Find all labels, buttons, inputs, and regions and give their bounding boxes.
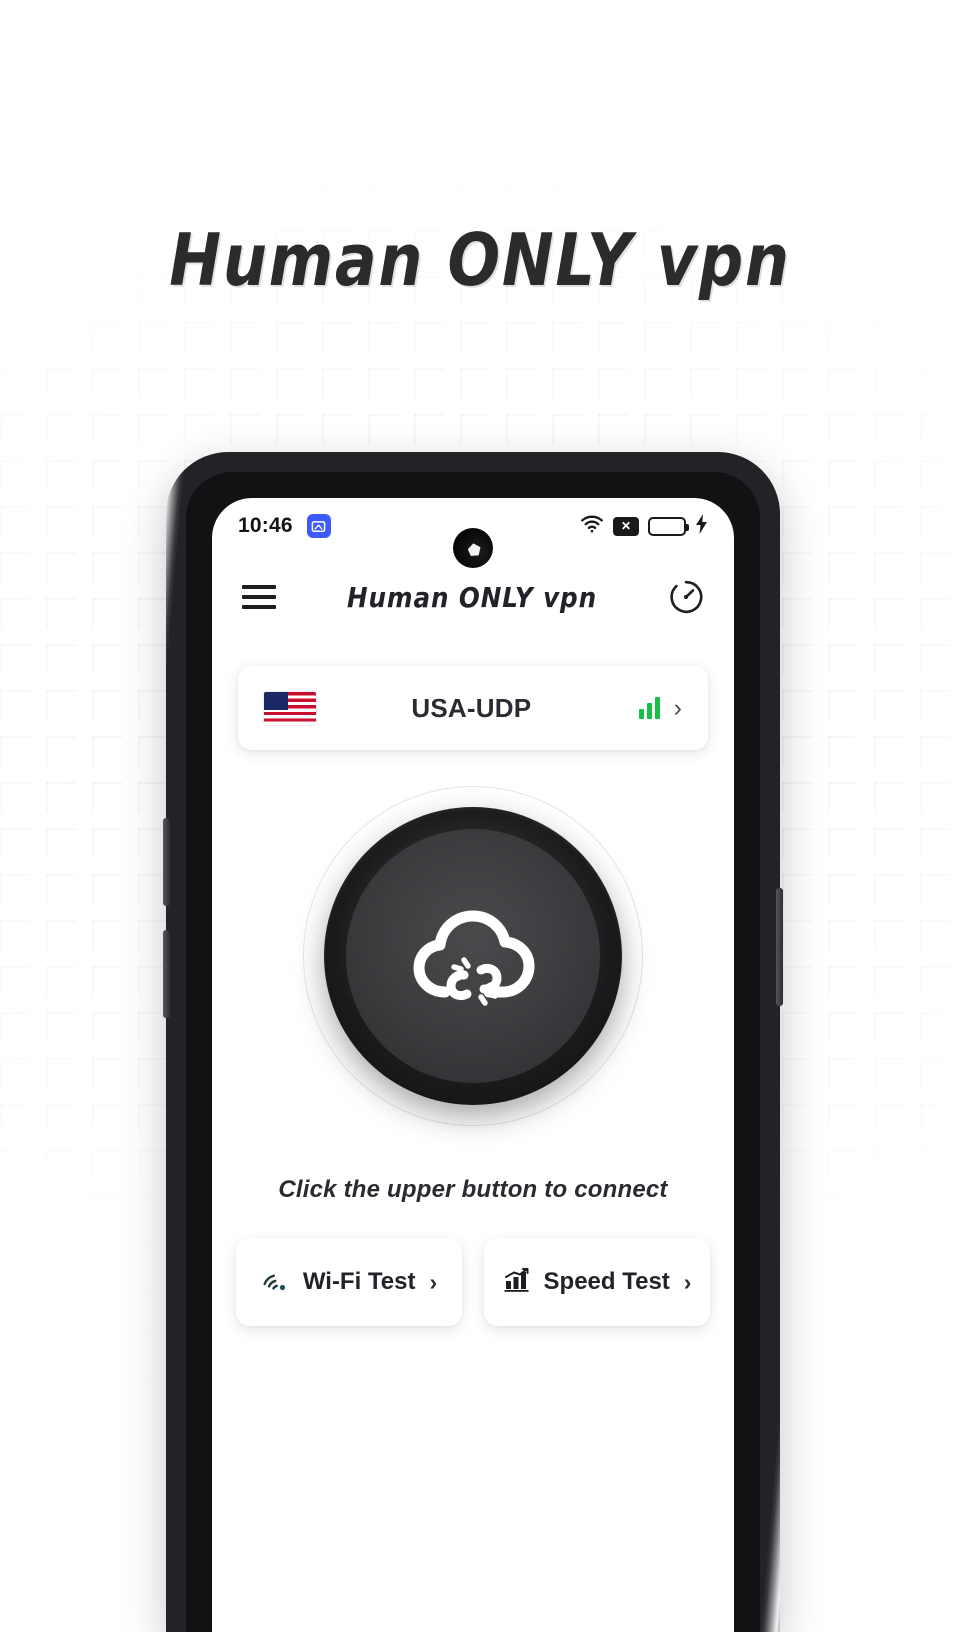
speed-chart-icon xyxy=(503,1267,530,1297)
status-time: 10:46 xyxy=(238,514,293,537)
volume-up-button[interactable] xyxy=(163,818,170,906)
server-selector-card[interactable]: USA-UDP › xyxy=(238,666,708,750)
tool-buttons-row: Wi-Fi Test › Speed Test › xyxy=(236,1238,710,1326)
flag-canton xyxy=(264,691,288,710)
status-bar-left: 10:46 xyxy=(238,514,331,538)
wifi-icon xyxy=(580,514,604,538)
no-sim-icon: ✕ xyxy=(613,516,639,536)
speed-test-button[interactable]: Speed Test › xyxy=(484,1238,710,1326)
hamburger-menu-icon[interactable] xyxy=(242,585,276,609)
app-header: Human ONLY vpn xyxy=(212,554,734,640)
power-button[interactable] xyxy=(776,888,783,1006)
app-title: Human ONLY vpn xyxy=(346,580,598,614)
phone-screen: 10:46 ✕ Human ONLY vpn USA-UDP › Click t… xyxy=(212,498,734,1632)
chevron-right-icon: › xyxy=(683,1268,692,1295)
status-bar-right: ✕ xyxy=(580,513,708,539)
server-name: USA-UDP xyxy=(411,692,532,723)
page-headline: Human ONLY vpn xyxy=(169,218,791,302)
phone-mockup: 10:46 ✕ Human ONLY vpn USA-UDP › Click t… xyxy=(163,452,783,1632)
wifi-test-button[interactable]: Wi-Fi Test › xyxy=(236,1238,462,1326)
battery-icon xyxy=(648,516,689,536)
connect-hint-text: Click the upper button to connect xyxy=(278,1176,668,1203)
cloud-disconnected-icon xyxy=(409,900,537,1012)
connect-button[interactable] xyxy=(324,807,622,1105)
volume-down-button[interactable] xyxy=(163,930,170,1018)
wifi-test-label: Wi-Fi Test xyxy=(302,1268,416,1295)
app-notification-icon xyxy=(306,514,331,538)
speedometer-icon[interactable] xyxy=(668,579,704,615)
charging-bolt-icon xyxy=(695,513,708,539)
chevron-right-icon: › xyxy=(429,1268,438,1295)
connect-button-area xyxy=(303,786,643,1126)
us-flag-icon xyxy=(264,691,316,725)
wifi-test-icon xyxy=(261,1268,289,1297)
chevron-right-icon: › xyxy=(673,693,682,722)
signal-strength-icon xyxy=(638,697,660,719)
speed-test-label: Speed Test xyxy=(543,1268,670,1295)
phone-bezel: 10:46 ✕ Human ONLY vpn USA-UDP › Click t… xyxy=(186,472,760,1632)
